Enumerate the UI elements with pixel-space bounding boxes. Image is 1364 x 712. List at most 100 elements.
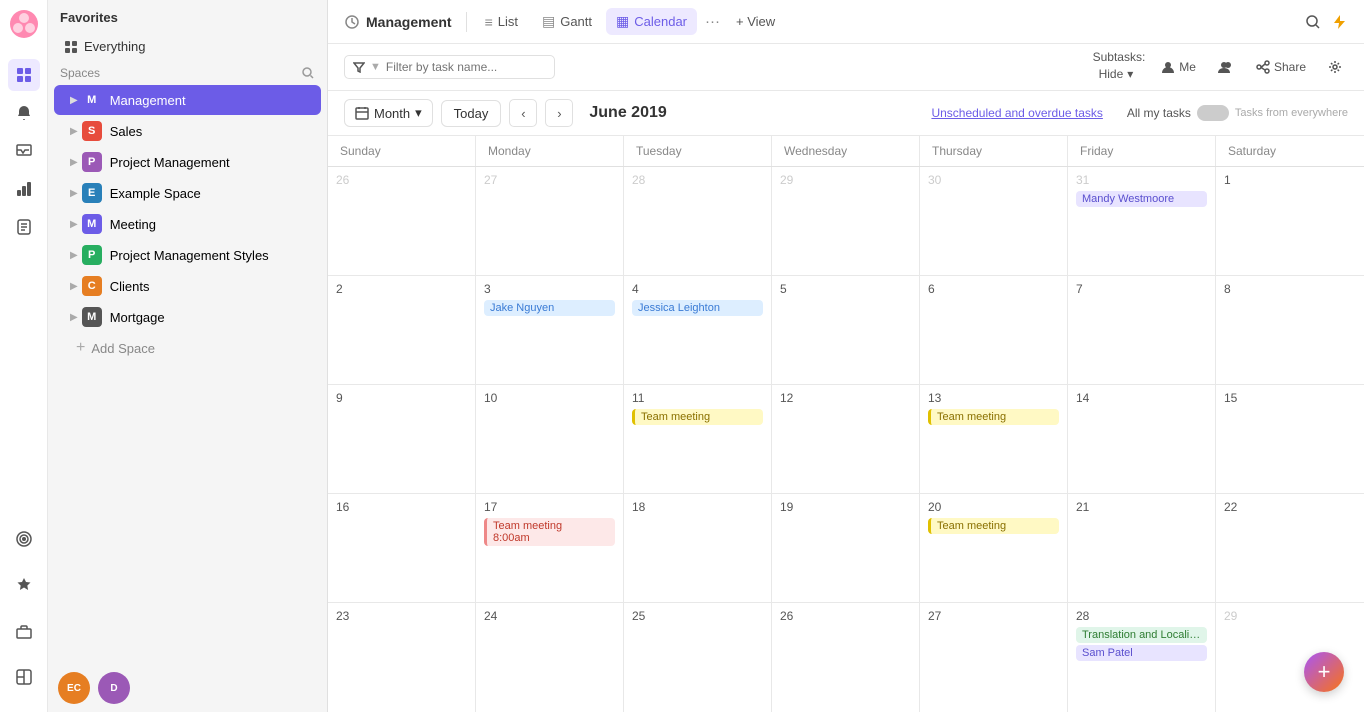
sidebar-item-project-management-styles[interactable]: ▶ P Project Management Styles	[54, 240, 321, 270]
nav-home[interactable]	[8, 59, 40, 91]
nav-board[interactable]	[8, 661, 40, 693]
month-picker-button[interactable]: Month ▾	[344, 99, 433, 127]
sidebar-item-sales[interactable]: ▶ S Sales	[54, 116, 321, 146]
calendar-cell[interactable]: 23	[328, 603, 476, 712]
chevron-icon: ▶	[70, 219, 78, 230]
calendar-event[interactable]: Team meeting	[928, 518, 1059, 534]
people-button[interactable]	[1212, 57, 1240, 77]
settings-button[interactable]	[1322, 57, 1348, 77]
calendar-cell[interactable]: 28 Translation and Localization Sam Patel	[1068, 603, 1216, 712]
calendar-cell[interactable]: 5	[772, 276, 920, 384]
calendar-cell[interactable]: 22	[1216, 494, 1364, 602]
hide-subtasks-button[interactable]: Hide ▾	[1093, 64, 1146, 84]
sidebar-item-project-management[interactable]: ▶ P Project Management	[54, 147, 321, 177]
tab-calendar[interactable]: ▦ Calendar	[606, 8, 697, 35]
calendar-cell[interactable]: 10	[476, 385, 624, 493]
calendar-cell[interactable]: 3Jake Nguyen	[476, 276, 624, 384]
sidebar-item-meeting[interactable]: ▶ M Meeting	[54, 209, 321, 239]
add-space-button[interactable]: + Add Space	[54, 334, 321, 362]
filter-icon	[353, 61, 365, 73]
calendar-cell[interactable]: 24	[476, 603, 624, 712]
sidebar-item-example-space[interactable]: ▶ E Example Space	[54, 178, 321, 208]
calendar-cell[interactable]: 31Mandy Westmoore	[1068, 167, 1216, 275]
nav-rewards[interactable]	[8, 569, 40, 601]
nav-briefcase[interactable]	[8, 615, 40, 647]
nav-docs[interactable]	[8, 211, 40, 243]
calendar-cell[interactable]: 8	[1216, 276, 1364, 384]
calendar-cell[interactable]: 17Team meeting8:00am	[476, 494, 624, 602]
calendar-cell[interactable]: 2	[328, 276, 476, 384]
calendar-event[interactable]: Jessica Leighton	[632, 300, 763, 316]
calendar-cell[interactable]: 11Team meeting	[624, 385, 772, 493]
calendar-event[interactable]: Mandy Westmoore	[1076, 191, 1207, 207]
search-icon[interactable]	[301, 66, 315, 80]
calendar-event[interactable]: Team meeting8:00am	[484, 518, 615, 546]
header-actions	[1304, 13, 1348, 31]
share-button[interactable]: Share	[1250, 57, 1312, 77]
everything-item[interactable]: Everything	[56, 35, 153, 58]
cell-date: 26	[780, 609, 911, 623]
calendar-cell[interactable]: 26	[772, 603, 920, 712]
avatar-d[interactable]: D	[98, 672, 130, 704]
lightning-icon[interactable]	[1330, 13, 1348, 31]
calendar-cell[interactable]: 4Jessica Leighton	[624, 276, 772, 384]
all-my-tasks-toggle[interactable]	[1197, 105, 1229, 121]
chevron-icon: ▶	[70, 312, 78, 323]
nav-goals[interactable]	[8, 523, 40, 555]
calendar-cell[interactable]: 27	[920, 603, 1068, 712]
calendar-cell[interactable]: 14	[1068, 385, 1216, 493]
calendar-cell[interactable]: 9	[328, 385, 476, 493]
calendar-cell[interactable]: 1	[1216, 167, 1364, 275]
add-view-button[interactable]: + View	[728, 9, 783, 34]
cell-date: 28	[1076, 609, 1207, 623]
calendar-cell[interactable]: 29	[1216, 603, 1364, 712]
more-views-button[interactable]: ···	[701, 13, 724, 30]
next-month-button[interactable]: ›	[545, 99, 573, 127]
avatar-ec[interactable]: EC	[58, 672, 90, 704]
chevron-icon: ▶	[70, 250, 78, 261]
calendar-grid: SundayMondayTuesdayWednesdayThursdayFrid…	[328, 136, 1364, 712]
me-button[interactable]: Me	[1155, 57, 1202, 77]
calendar-event[interactable]: Team meeting	[632, 409, 763, 425]
unscheduled-link[interactable]: Unscheduled and overdue tasks	[931, 106, 1102, 120]
calendar-cell[interactable]: 6	[920, 276, 1068, 384]
tab-gantt[interactable]: ▤ Gantt	[532, 8, 602, 35]
cell-date: 12	[780, 391, 911, 405]
sidebar: Favorites Everything Spaces ▶ M Manageme…	[48, 0, 328, 712]
sidebar-item-clients[interactable]: ▶ C Clients	[54, 271, 321, 301]
tab-list[interactable]: ≡ List	[475, 9, 528, 35]
cell-date: 10	[484, 391, 615, 405]
calendar-cell[interactable]: 13Team meeting	[920, 385, 1068, 493]
calendar-cell[interactable]: 27	[476, 167, 624, 275]
chevron-icon: ▶	[70, 95, 78, 106]
filter-button[interactable]: ▼	[344, 55, 555, 79]
sidebar-item-mortgage[interactable]: ▶ M Mortgage	[54, 302, 321, 332]
calendar-event[interactable]: Sam Patel	[1076, 645, 1207, 661]
nav-inbox[interactable]	[8, 135, 40, 167]
calendar-cell[interactable]: 15	[1216, 385, 1364, 493]
calendar-cell[interactable]: 16	[328, 494, 476, 602]
calendar-cell[interactable]: 20Team meeting	[920, 494, 1068, 602]
calendar-cell[interactable]: 19	[772, 494, 920, 602]
calendar-cell[interactable]: 26	[328, 167, 476, 275]
calendar-event[interactable]: Jake Nguyen	[484, 300, 615, 316]
nav-dashboards[interactable]	[8, 173, 40, 205]
calendar-cell[interactable]: 30	[920, 167, 1068, 275]
prev-month-button[interactable]: ‹	[509, 99, 537, 127]
calendar-cell[interactable]: 7	[1068, 276, 1216, 384]
today-button[interactable]: Today	[441, 100, 502, 127]
calendar-cell[interactable]: 18	[624, 494, 772, 602]
search-header-icon[interactable]	[1304, 13, 1322, 31]
sidebar-item-management[interactable]: ▶ M Management	[54, 85, 321, 115]
filter-input[interactable]	[386, 60, 546, 74]
calendar-cell[interactable]: 28	[624, 167, 772, 275]
calendar-cell[interactable]: 29	[772, 167, 920, 275]
calendar-cell[interactable]: 25	[624, 603, 772, 712]
calendar-event[interactable]: Team meeting	[928, 409, 1059, 425]
nav-notifications[interactable]	[8, 97, 40, 129]
calendar-cell[interactable]: 12	[772, 385, 920, 493]
fab-button[interactable]: +	[1304, 652, 1344, 692]
calendar-cell[interactable]: 21	[1068, 494, 1216, 602]
calendar-event[interactable]: Translation and Localization	[1076, 627, 1207, 643]
app-logo[interactable]	[8, 8, 40, 40]
